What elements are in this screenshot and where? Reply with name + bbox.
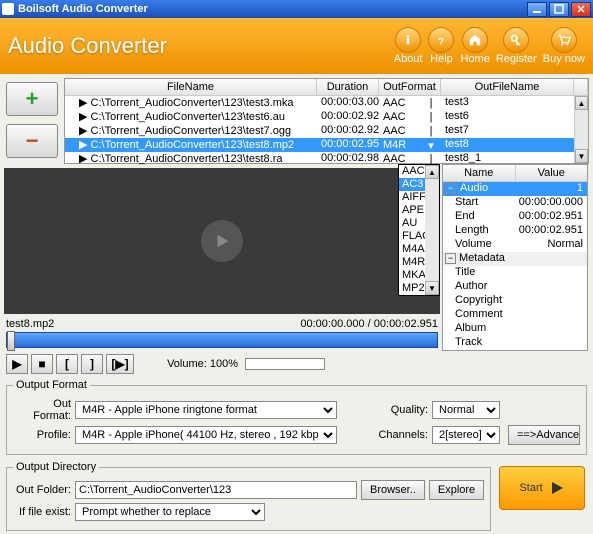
outformat-dropdown-popup[interactable]: AACAC3AIFFAPEAUFLACM4AM4RMKAMP2 ▲ ▼	[398, 164, 440, 296]
preview-play-icon	[201, 220, 243, 262]
preview-filename: test8.mp2	[6, 318, 300, 330]
advance-button[interactable]: ==>Advance	[508, 425, 580, 445]
table-row[interactable]: ▶ C:\Torrent_AudioConverter\123\test6.au…	[65, 110, 588, 124]
register-icon	[503, 27, 529, 53]
help-button[interactable]: ?Help	[428, 27, 454, 65]
profile-select[interactable]: M4R - Apple iPhone( 44100 Hz, stereo , 1…	[75, 426, 337, 444]
col-filename[interactable]: FileName	[65, 79, 317, 95]
property-row[interactable]: Track	[443, 336, 587, 350]
col-duration[interactable]: Duration	[317, 79, 379, 95]
register-button[interactable]: Register	[496, 27, 537, 65]
chevron-down-icon[interactable]: ▾	[425, 139, 437, 152]
table-scrollbar[interactable]: ▲ ▼	[574, 96, 588, 163]
header: Audio Converter About?HelpHomeRegisterBu…	[0, 18, 593, 74]
property-row[interactable]: Author	[443, 280, 587, 294]
quality-select[interactable]: Normal	[432, 401, 500, 419]
buynow-button[interactable]: Buy now	[543, 27, 585, 65]
collapse-icon[interactable]: −	[445, 253, 456, 264]
preview-time: 00:00:00.000 / 00:00:02.951	[300, 318, 438, 330]
separator-icon: |	[425, 125, 437, 137]
file-table[interactable]: FileName Duration OutFormat OutFileName …	[64, 78, 589, 164]
scroll-down-icon[interactable]: ▼	[575, 149, 588, 163]
separator-icon: |	[425, 111, 437, 123]
property-row[interactable]: Album	[443, 322, 587, 336]
dropdown-scrollbar[interactable]: ▲ ▼	[425, 165, 439, 295]
minimize-button[interactable]	[527, 2, 547, 17]
preview-area	[4, 168, 440, 314]
property-row[interactable]: Copyright	[443, 294, 587, 308]
app-icon	[2, 3, 14, 15]
property-row[interactable]: Title	[443, 266, 587, 280]
seek-thumb-icon[interactable]	[7, 331, 15, 351]
property-row[interactable]: VolumeNormal	[443, 238, 587, 252]
volume-label: Volume: 100%	[167, 358, 238, 370]
property-row[interactable]: Start00:00:00.000	[443, 196, 587, 210]
props-col-name[interactable]: Name	[443, 165, 516, 181]
property-row[interactable]: −Audio1	[443, 182, 587, 196]
collapse-icon[interactable]: −	[445, 183, 456, 194]
maximize-button[interactable]	[549, 2, 569, 17]
about-icon	[395, 27, 421, 53]
fileexist-select[interactable]: Prompt whether to replace	[75, 503, 265, 521]
explore-button[interactable]: Explore	[429, 480, 484, 500]
svg-text:?: ?	[439, 36, 445, 47]
add-file-button[interactable]: +	[6, 82, 58, 116]
stop-button[interactable]: ■	[31, 354, 53, 374]
property-group[interactable]: −Metadata	[443, 252, 587, 266]
header-title: Audio Converter	[8, 33, 394, 59]
buynow-icon	[551, 27, 577, 53]
play-button[interactable]: ▶	[6, 354, 28, 374]
titlebar-text: Boilsoft Audio Converter	[18, 3, 525, 15]
properties-panel[interactable]: Name Value −Audio1Start00:00:00.000End00…	[442, 164, 588, 351]
play-range-button[interactable]: [▶]	[106, 354, 134, 374]
help-icon: ?	[428, 27, 454, 53]
property-row[interactable]: Length00:00:02.951	[443, 224, 587, 238]
about-button[interactable]: About	[394, 27, 423, 65]
table-row[interactable]: ▶ C:\Torrent_AudioConverter\123\test3.mk…	[65, 96, 588, 110]
outfolder-input[interactable]	[75, 481, 357, 499]
property-row[interactable]: Comment	[443, 308, 587, 322]
mark-in-button[interactable]: [	[56, 354, 78, 374]
scroll-up-icon[interactable]: ▲	[575, 96, 588, 110]
table-row[interactable]: ▶ C:\Torrent_AudioConverter\123\test7.og…	[65, 124, 588, 138]
property-row[interactable]: End00:00:02.951	[443, 210, 587, 224]
mark-out-button[interactable]: ]	[81, 354, 103, 374]
props-col-value[interactable]: Value	[516, 165, 588, 181]
output-format-group: Output Format Out Format: M4R - Apple iP…	[6, 379, 587, 455]
outformat-select[interactable]: M4R - Apple iPhone ringtone format	[75, 401, 337, 419]
volume-slider[interactable]	[245, 358, 325, 370]
separator-icon: |	[425, 97, 437, 109]
titlebar: Boilsoft Audio Converter	[0, 0, 593, 18]
channels-select[interactable]: 2[stereo]	[432, 426, 500, 444]
output-directory-group: Output Directory Out Folder: Browser.. E…	[6, 461, 491, 531]
home-icon	[462, 27, 488, 53]
home-button[interactable]: Home	[460, 27, 489, 65]
seek-slider[interactable]	[6, 332, 438, 348]
start-button[interactable]: Start	[499, 466, 585, 510]
remove-file-button[interactable]: −	[6, 124, 58, 158]
table-row[interactable]: ▶ C:\Torrent_AudioConverter\123\test8.mp…	[65, 138, 588, 152]
close-button[interactable]	[571, 2, 591, 17]
col-outformat[interactable]: OutFormat	[379, 79, 441, 95]
col-outfilename[interactable]: OutFileName	[441, 79, 574, 95]
browse-button[interactable]: Browser..	[361, 480, 425, 500]
